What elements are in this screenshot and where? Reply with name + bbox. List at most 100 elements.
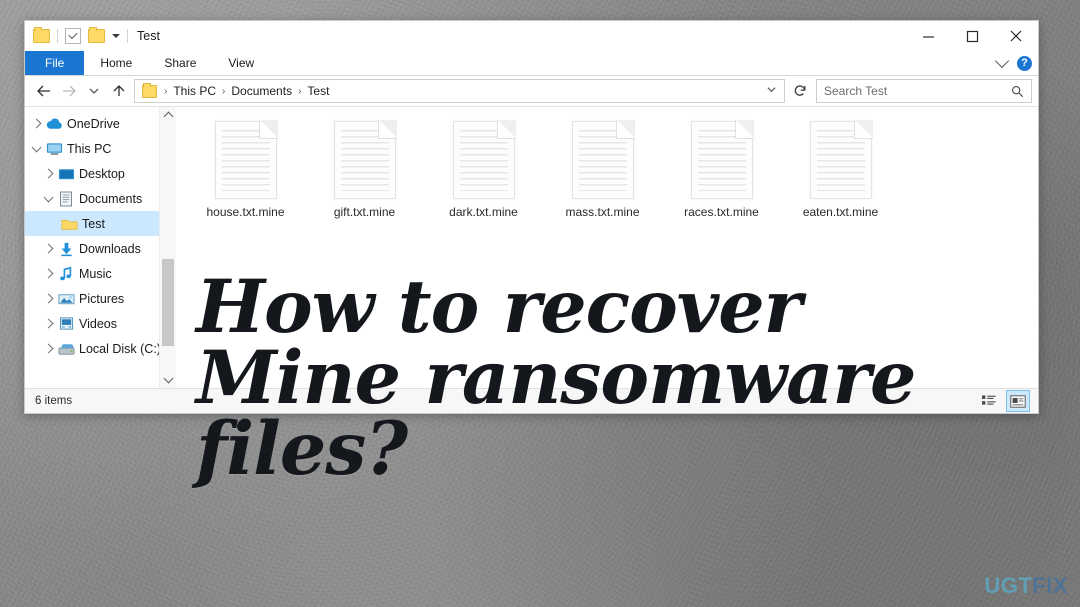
sidebar-item-this-pc[interactable]: This PC — [25, 136, 176, 161]
file-name: eaten.txt.mine — [802, 205, 879, 219]
folder-icon[interactable] — [33, 27, 50, 43]
toolbar-divider-2 — [127, 29, 128, 43]
sidebar-item-test[interactable]: Test — [25, 211, 176, 236]
sidebar-item-label: Desktop — [79, 166, 125, 181]
up-arrow-icon[interactable] — [106, 79, 131, 103]
expander-expanded-icon[interactable] — [41, 192, 56, 202]
list-item[interactable]: house.txt.mine — [186, 120, 305, 219]
expander-expanded-icon[interactable] — [29, 142, 44, 152]
file-name: races.txt.mine — [684, 205, 759, 219]
expander-collapsed-icon[interactable] — [41, 243, 56, 254]
search-icon[interactable] — [1011, 85, 1024, 98]
customize-caret-icon[interactable] — [112, 34, 120, 38]
navigation-pane: OneDrive This PC Desktop Documents Test … — [25, 107, 176, 388]
expander-collapsed-icon[interactable] — [41, 343, 56, 354]
new-folder-icon[interactable] — [88, 27, 105, 43]
watermark-part-1: UG — [984, 573, 1019, 598]
sidebar-item-label: Videos — [79, 316, 117, 331]
chevron-down-icon[interactable] — [994, 53, 1010, 69]
back-arrow-icon[interactable] — [31, 79, 56, 103]
minimize-icon[interactable] — [906, 21, 950, 51]
pc-icon — [44, 142, 64, 156]
file-name: gift.txt.mine — [333, 205, 396, 219]
sidebar-item-label: Music — [79, 266, 112, 281]
tab-view[interactable]: View — [212, 51, 270, 75]
scroll-up-icon[interactable] — [160, 107, 176, 124]
text-document-icon — [452, 120, 516, 199]
ribbon-tab-bar: File Home Share View ? — [25, 51, 1038, 76]
window-controls — [906, 21, 1038, 51]
maximize-icon[interactable] — [950, 21, 994, 51]
sidebar-item-label: Pictures — [79, 291, 125, 306]
list-item[interactable]: dark.txt.mine — [424, 120, 543, 219]
breadcrumb-folder-icon — [142, 82, 157, 98]
sidebar-item-music[interactable]: Music — [25, 261, 176, 286]
breadcrumb-test[interactable]: Test — [304, 84, 332, 98]
properties-checkbox-icon[interactable] — [65, 28, 81, 44]
navigation-tree: OneDrive This PC Desktop Documents Test … — [25, 107, 176, 361]
text-document-icon — [571, 120, 635, 199]
disk-icon — [56, 342, 76, 356]
large-icons-view-button[interactable] — [1006, 390, 1030, 412]
forward-arrow-icon[interactable] — [56, 79, 81, 103]
file-name: dark.txt.mine — [449, 205, 518, 219]
help-icon[interactable]: ? — [1017, 55, 1032, 71]
breadcrumb-documents[interactable]: Documents — [228, 84, 295, 98]
sidebar-item-label: This PC — [67, 141, 112, 156]
expander-collapsed-icon[interactable] — [41, 268, 56, 279]
close-icon[interactable] — [994, 21, 1038, 51]
sidebar-item-label: Downloads — [79, 241, 141, 256]
sidebar-item-videos[interactable]: Videos — [25, 311, 176, 336]
music-icon — [56, 266, 76, 282]
list-item[interactable]: gift.txt.mine — [305, 120, 424, 219]
title-bar: Test — [25, 21, 1038, 51]
tab-file[interactable]: File — [25, 51, 85, 75]
text-document-icon — [690, 120, 754, 199]
scrollbar-thumb[interactable] — [162, 259, 174, 346]
sidebar-item-pictures[interactable]: Pictures — [25, 286, 176, 311]
address-bar: › This PC › Documents › Test Search Test — [25, 76, 1038, 106]
quick-access-toolbar — [33, 27, 128, 44]
breadcrumb[interactable]: › This PC › Documents › Test — [134, 79, 785, 103]
tab-home[interactable]: Home — [84, 51, 148, 75]
window-title: Test — [137, 29, 160, 43]
list-item[interactable]: eaten.txt.mine — [781, 120, 900, 219]
sidebar-item-label: Local Disk (C:) — [79, 341, 161, 356]
watermark-part-3: FIX — [1032, 573, 1068, 598]
downloads-icon — [56, 241, 76, 257]
list-item[interactable]: races.txt.mine — [662, 120, 781, 219]
navigation-scrollbar[interactable] — [159, 107, 176, 388]
sidebar-item-local-disk-c[interactable]: Local Disk (C:) — [25, 336, 176, 361]
file-name: house.txt.mine — [206, 205, 285, 219]
toolbar-divider — [57, 29, 58, 43]
desktop-icon — [56, 167, 76, 181]
list-item[interactable]: mass.txt.mine — [543, 120, 662, 219]
sidebar-item-label: OneDrive — [67, 116, 120, 131]
watermark-part-2: T — [1018, 573, 1033, 598]
cloud-icon — [44, 117, 64, 130]
address-dropdown-icon[interactable] — [763, 84, 780, 98]
sidebar-item-documents[interactable]: Documents — [25, 186, 176, 211]
sidebar-item-onedrive[interactable]: OneDrive — [25, 111, 176, 136]
documents-icon — [56, 191, 76, 207]
refresh-icon[interactable] — [787, 79, 812, 103]
breadcrumb-separator-2: › — [298, 85, 302, 97]
watermark-logo: UGTFIX — [984, 573, 1068, 599]
text-document-icon — [809, 120, 873, 199]
recent-locations-chevron-icon[interactable] — [81, 79, 106, 103]
file-name: mass.txt.mine — [565, 205, 640, 219]
scroll-down-icon[interactable] — [160, 371, 176, 388]
text-document-icon — [214, 120, 278, 199]
search-input[interactable]: Search Test — [816, 79, 1032, 103]
pictures-icon — [56, 292, 76, 306]
breadcrumb-this-pc[interactable]: This PC — [170, 84, 219, 98]
breadcrumb-separator-0: › — [164, 85, 168, 97]
tab-share[interactable]: Share — [148, 51, 212, 75]
expander-collapsed-icon[interactable] — [41, 318, 56, 329]
expander-collapsed-icon[interactable] — [41, 293, 56, 304]
text-document-icon — [333, 120, 397, 199]
expander-collapsed-icon[interactable] — [29, 118, 44, 129]
sidebar-item-desktop[interactable]: Desktop — [25, 161, 176, 186]
sidebar-item-downloads[interactable]: Downloads — [25, 236, 176, 261]
expander-collapsed-icon[interactable] — [41, 168, 56, 179]
